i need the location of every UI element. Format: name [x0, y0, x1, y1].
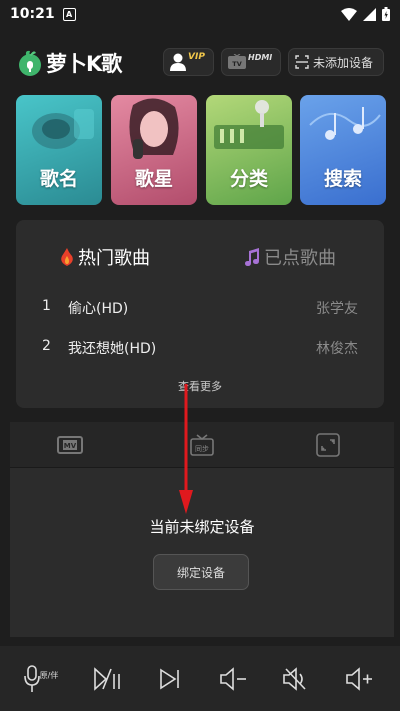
red-arrow-annotation-icon [179, 384, 193, 514]
tab-hot-label: 热门歌曲 [78, 248, 150, 269]
status-time: 10:21 [10, 6, 55, 22]
hdmi-button[interactable]: TV HDMI [221, 48, 281, 76]
category-song-name[interactable]: 歌名 [16, 95, 102, 205]
notification-icon: A [62, 7, 76, 21]
mv-tab-icon[interactable]: MV [56, 432, 84, 458]
category-label: 歌星 [134, 168, 173, 190]
song-title: 我还想她(HD) [68, 341, 157, 357]
tv-icon: TV [228, 54, 246, 69]
vocal-toggle-label: 原/伴 [40, 670, 59, 680]
song-artist: 林俊杰 [316, 341, 358, 357]
app-header: 萝卜K歌 VIP TV HDMI 未添加设备 [0, 44, 400, 80]
category-singer[interactable]: 歌星 [111, 95, 197, 205]
tv-icon-label: TV [232, 60, 241, 68]
user-icon [170, 53, 186, 71]
volume-down-icon[interactable] [218, 664, 248, 694]
category-label: 搜索 [323, 168, 362, 190]
vip-button[interactable]: VIP [163, 48, 214, 76]
volume-up-icon[interactable] [344, 664, 374, 694]
speaker-art-icon [32, 109, 94, 149]
play-pause-icon[interactable] [92, 664, 122, 694]
status-bar: 10:21 A [0, 0, 400, 28]
music-note-icon [245, 248, 259, 266]
app-name: 萝卜K歌 [46, 52, 122, 76]
music-notes-art-icon [309, 107, 381, 140]
playback-control-bar: 原/伴 [0, 646, 400, 711]
category-label: 分类 [229, 168, 268, 190]
song-row[interactable]: 1 偷心(HD) 张学友 [16, 298, 384, 320]
bind-device-button[interactable]: 绑定设备 [153, 554, 249, 590]
singer-art-icon [129, 98, 179, 159]
fullscreen-tab-icon[interactable] [314, 432, 342, 458]
tab-ordered-songs[interactable]: 已点歌曲 [244, 244, 336, 270]
signal-icon [363, 7, 376, 21]
song-title: 偷心(HD) [68, 301, 129, 317]
mute-icon[interactable] [281, 664, 311, 694]
hdmi-label: HDMI [248, 52, 273, 62]
add-device-button[interactable]: 未添加设备 [288, 48, 384, 76]
view-more-link[interactable]: 查看更多 [16, 378, 384, 394]
tab-hot-songs[interactable]: 热门歌曲 [60, 244, 150, 270]
unbound-device-text: 当前未绑定设备 [149, 518, 255, 536]
vip-label: VIP [188, 52, 205, 62]
device-tabs: MV 同步 [10, 422, 394, 468]
song-row[interactable]: 2 我还想她(HD) 林俊杰 [16, 338, 384, 360]
song-number: 2 [42, 338, 51, 354]
scan-icon [295, 55, 309, 69]
battery-icon [382, 7, 390, 21]
app-logo: 萝卜K歌 [16, 48, 122, 78]
device-panel: MV 同步 当前未绑定设备 绑定设备 [10, 422, 394, 637]
vocal-toggle-icon[interactable]: 原/伴 [24, 664, 60, 694]
status-icons [341, 7, 390, 21]
songs-panel: 热门歌曲 已点歌曲 1 偷心(HD) 张学友 2 我还想她(HD) 林俊杰 查看… [16, 220, 384, 408]
flame-icon [61, 248, 73, 266]
tab-ordered-label: 已点歌曲 [264, 248, 336, 269]
radish-logo-icon [19, 50, 41, 76]
sync-tab-label: 同步 [195, 445, 209, 453]
song-artist: 张学友 [316, 301, 358, 317]
next-song-icon[interactable] [155, 664, 185, 694]
mv-tab-label: MV [64, 442, 77, 450]
song-number: 1 [42, 298, 51, 314]
category-genre[interactable]: 分类 [206, 95, 292, 205]
category-search[interactable]: 搜索 [300, 95, 386, 205]
wifi-icon [341, 7, 357, 21]
mixer-art-icon [214, 100, 284, 149]
add-device-label: 未添加设备 [313, 55, 374, 70]
category-label: 歌名 [39, 168, 78, 190]
